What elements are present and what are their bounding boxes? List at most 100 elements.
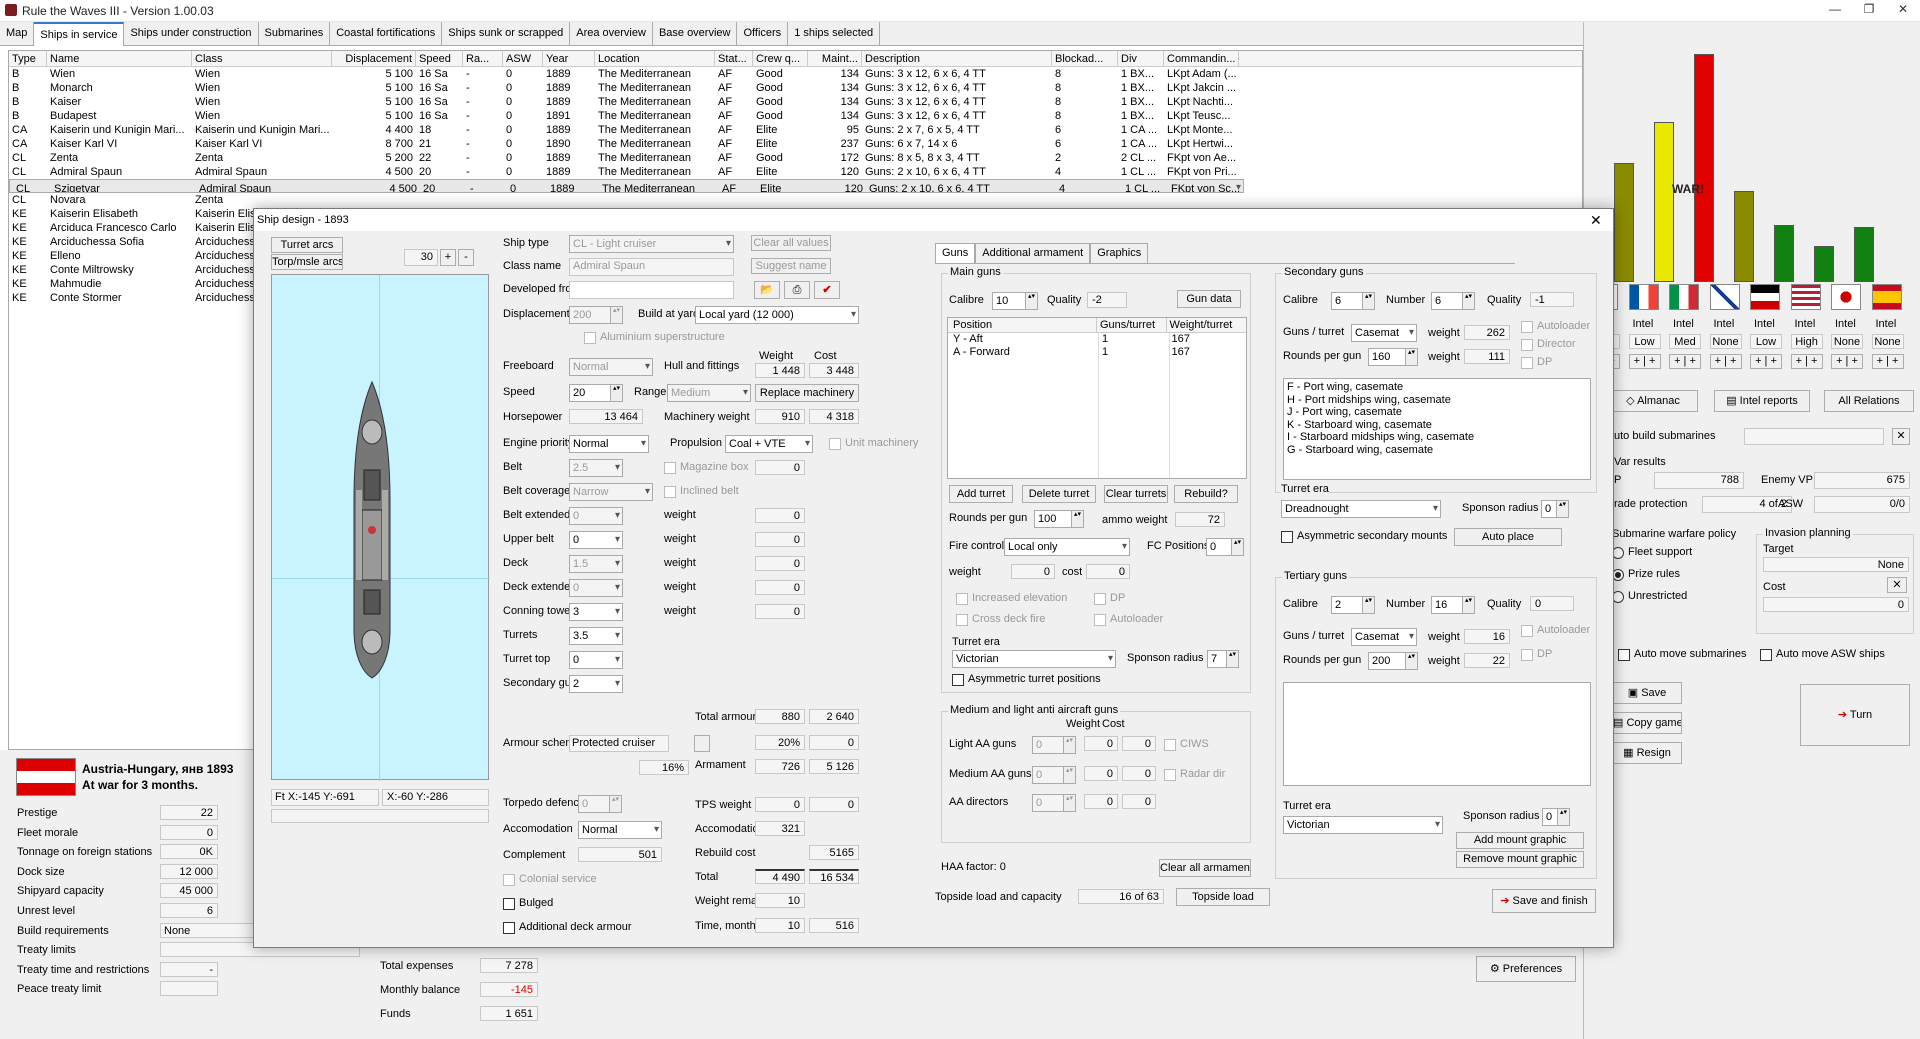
ciws-checkbox[interactable]: CIWS	[1164, 738, 1209, 751]
armour-row-checkbox[interactable]: Magazine box	[664, 461, 749, 474]
table-row[interactable]: CL Admiral Spaun Admiral Spaun 4 500 20 - 0 188…	[9, 165, 1582, 179]
column-header[interactable]: Displacement	[332, 51, 416, 66]
save-and-finish-button[interactable]: ➔ Save and finish	[1492, 889, 1596, 913]
asymmetric-secondary-checkbox[interactable]: Asymmetric secondary mounts	[1281, 530, 1447, 543]
ter-guns-turret-select[interactable]: Casemat	[1351, 628, 1417, 646]
table-row[interactable]: CL Zenta Zenta 5 200 22 - 0 1889 The Mediterrane…	[9, 151, 1582, 165]
engine-priority-select[interactable]: Normal	[569, 435, 649, 453]
class-name-input[interactable]: Admiral Spaun	[569, 258, 734, 276]
checkmark-icon[interactable]: ✔	[814, 281, 840, 299]
column-header[interactable]: ASW	[503, 51, 543, 66]
turret-era-select[interactable]: Victorian	[952, 650, 1116, 668]
sec-autoloader-checkbox[interactable]: Autoloader	[1521, 320, 1590, 333]
tab-officers[interactable]: Officers	[737, 22, 789, 46]
ter-turret-era-select[interactable]: Victorian	[1283, 816, 1443, 834]
delete-turret-button[interactable]: Delete turret	[1022, 485, 1096, 503]
secondary-mount-item[interactable]: H - Port midships wing, casemate	[1287, 394, 1587, 407]
prize-rules-radio[interactable]: Prize rules	[1612, 568, 1680, 581]
russia-flag-icon[interactable]	[1709, 284, 1740, 310]
tertiary-mounts-list[interactable]	[1283, 682, 1591, 786]
radar-dir-checkbox[interactable]: Radar dir	[1164, 768, 1225, 781]
calibre-stepper[interactable]: 10	[992, 292, 1038, 310]
sec-sponson-stepper[interactable]: 0	[1541, 500, 1569, 518]
aluminium-checkbox[interactable]: Aluminium superstructure	[584, 331, 725, 344]
unit-machinery-checkbox[interactable]: Unit machinery	[829, 437, 918, 450]
armour-row-select[interactable]: 3.5	[569, 627, 623, 645]
ter-autoloader-checkbox[interactable]: Autoloader	[1521, 624, 1590, 637]
sec-dp-checkbox[interactable]: DP	[1521, 356, 1552, 369]
ter-calibre-stepper[interactable]: 2	[1331, 596, 1375, 614]
column-header[interactable]: Maint...	[808, 51, 862, 66]
italy-flag-icon[interactable]	[1669, 284, 1699, 310]
armour-row-select[interactable]: 1.5	[569, 555, 623, 573]
column-header[interactable]: Class	[192, 51, 332, 66]
cross-deck-fire-checkbox[interactable]: Cross deck fire	[956, 613, 1045, 626]
ter-sponson-stepper[interactable]: 0	[1542, 808, 1570, 826]
accomodation-select[interactable]: Normal	[578, 821, 662, 839]
column-header[interactable]: Stat...	[715, 51, 753, 66]
tab-submarines[interactable]: Submarines	[259, 22, 331, 46]
column-header[interactable]: Description	[862, 51, 1052, 66]
japan-flag-icon[interactable]	[1831, 284, 1861, 310]
intel-adjust-button[interactable]: + | +	[1831, 354, 1863, 369]
column-header[interactable]: Year	[543, 51, 595, 66]
armour-row-select[interactable]: 2	[569, 675, 623, 693]
auto-build-submarines-field[interactable]	[1744, 428, 1884, 445]
armour-row-select[interactable]: 0	[569, 579, 623, 597]
column-header[interactable]: Commandin...	[1164, 51, 1239, 66]
france-flag-icon[interactable]	[1628, 284, 1659, 310]
restore-icon[interactable]: ❐	[1852, 2, 1886, 16]
germany-flag-icon[interactable]	[1750, 284, 1780, 310]
print-icon[interactable]: ⎙	[784, 281, 810, 299]
secondary-mount-item[interactable]: G - Starboard wing, casemate	[1287, 444, 1587, 457]
column-header[interactable]: Ra...	[463, 51, 503, 66]
rebuild-button[interactable]: Rebuild?	[1174, 485, 1238, 503]
ter-dp-checkbox[interactable]: DP	[1521, 648, 1552, 661]
ship-drawing-canvas[interactable]	[271, 274, 490, 781]
topside-load-button[interactable]: Topside load	[1176, 888, 1270, 906]
ship-type-select[interactable]: CL - Light cruiser	[569, 235, 734, 253]
ter-number-stepper[interactable]: 16	[1431, 596, 1475, 614]
dialog-close-icon[interactable]: ✕	[1590, 212, 1602, 229]
tab-ships-sunk[interactable]: Ships sunk or scrapped	[442, 22, 571, 46]
column-header[interactable]: Speed	[416, 51, 463, 66]
table-row[interactable]: B Kaiser Wien 5 100 16 Sa - 0 1889 The Mediterra…	[9, 95, 1582, 109]
freeboard-select[interactable]: Normal	[569, 358, 653, 376]
increased-elevation-checkbox[interactable]: Increased elevation	[956, 592, 1067, 605]
minimize-icon[interactable]: —	[1818, 2, 1852, 16]
medium-aa-stepper[interactable]: 0	[1032, 766, 1076, 784]
armour-row-select[interactable]: 2.5	[569, 459, 623, 477]
armour-row-select[interactable]: 3	[569, 603, 623, 621]
table-row[interactable]: CL Szigetvar Admiral Spaun 4 500 20 - 0 1889 The…	[9, 179, 1244, 193]
column-header[interactable]: Name	[47, 51, 192, 66]
tab-coastal-fortifications[interactable]: Coastal fortifications	[330, 22, 443, 46]
drawing-hscroll[interactable]	[271, 809, 489, 823]
table-row[interactable]: CA Kaiserin und Kunigin Mari... Kaiserin u…	[9, 123, 1582, 137]
target-value[interactable]: None	[1763, 557, 1909, 572]
resign-button[interactable]: ▦ Resign	[1612, 742, 1682, 764]
tab-ships-in-service[interactable]: Ships in service	[34, 22, 125, 46]
sec-guns-turret-select[interactable]: Casemat	[1351, 324, 1417, 342]
asymmetric-turret-checkbox[interactable]: Asymmetric turret positions	[952, 673, 1101, 686]
secondary-mount-item[interactable]: F - Port wing, casemate	[1287, 381, 1587, 394]
tab-base-overview[interactable]: Base overview	[653, 22, 738, 46]
displacement-stepper[interactable]: 200	[569, 306, 623, 324]
auto-move-asw-checkbox[interactable]: Auto move ASW ships	[1760, 648, 1885, 661]
intel-adjust-button[interactable]: + | +	[1628, 354, 1661, 369]
colonial-service-checkbox[interactable]: Colonial service	[503, 873, 597, 886]
additional-deck-armour-checkbox[interactable]: Additional deck armour	[503, 921, 632, 934]
bulged-checkbox[interactable]: Bulged	[503, 897, 553, 910]
open-folder-icon[interactable]: 📂	[754, 281, 780, 299]
usa-flag-icon[interactable]	[1790, 284, 1821, 310]
torp-arcs-button[interactable]: Torp/msle arcs	[271, 254, 343, 270]
sec-director-checkbox[interactable]: Director	[1521, 338, 1576, 351]
column-header[interactable]: Crew q...	[753, 51, 808, 66]
add-turret-button[interactable]: Add turret	[949, 485, 1013, 503]
clear-target-icon[interactable]: ✕	[1887, 577, 1907, 593]
clear-all-armament-button[interactable]: Clear all armament	[1159, 859, 1251, 877]
gun-data-button[interactable]: Gun data	[1177, 290, 1241, 308]
table-row[interactable]: CL Novara Zenta	[9, 193, 1582, 207]
column-header[interactable]: Blockad...	[1052, 51, 1118, 66]
almanac-button[interactable]: ◇ Almanac	[1608, 390, 1698, 412]
spain-flag-icon[interactable]	[1871, 284, 1902, 310]
